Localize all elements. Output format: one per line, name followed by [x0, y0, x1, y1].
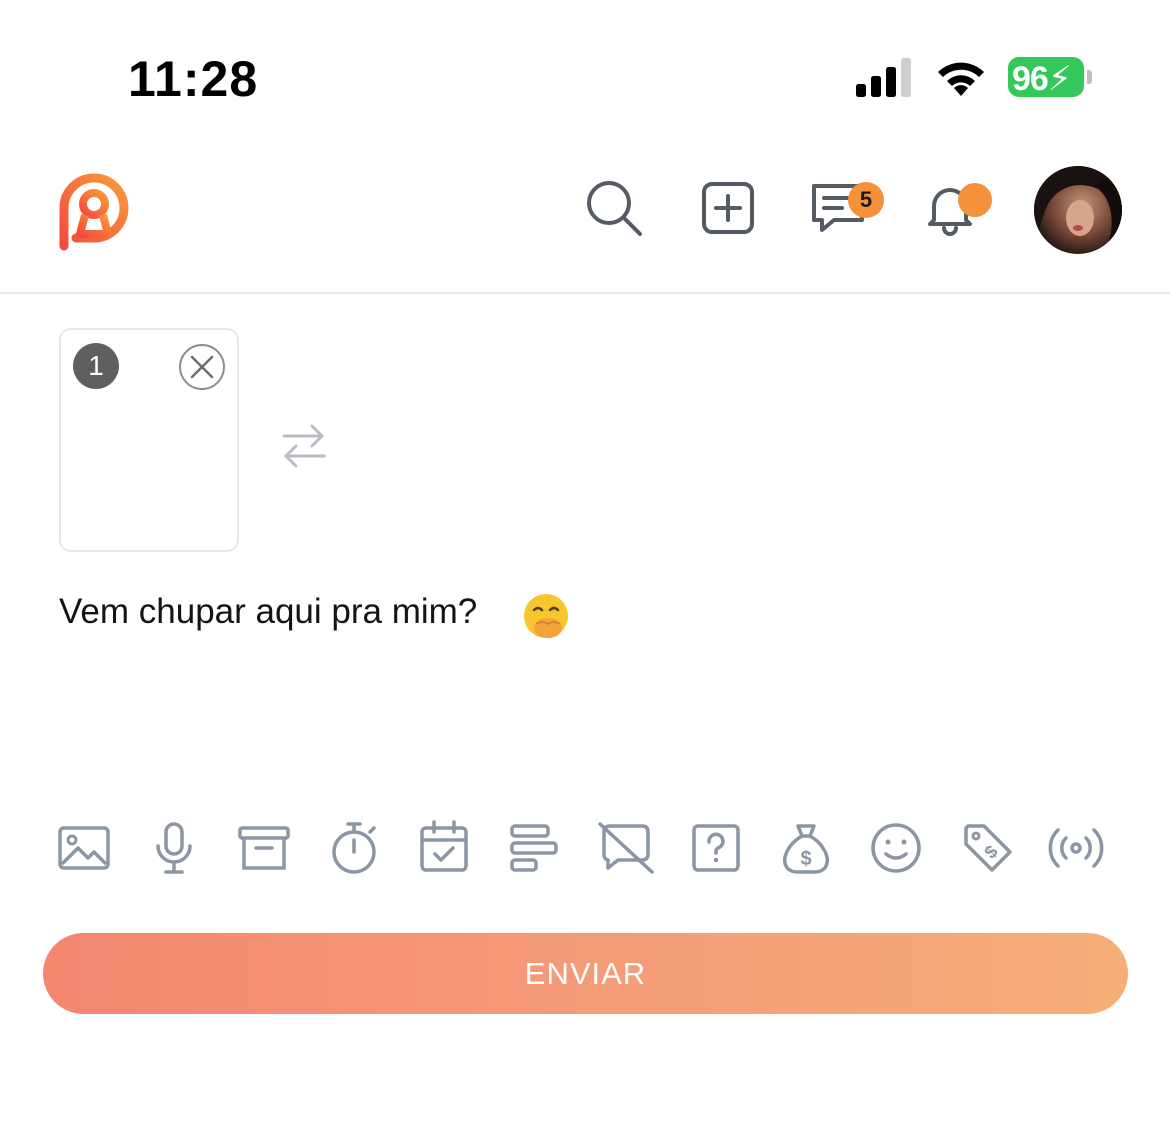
microphone-icon[interactable]: [144, 818, 204, 878]
signal-icon: [856, 58, 911, 97]
money-bag-icon[interactable]: $: [776, 818, 836, 878]
keyhole-logo[interactable]: [54, 168, 134, 254]
status-bar: 11:28 96⚡: [0, 0, 1170, 150]
notification-dot: [958, 183, 992, 217]
messages-count-badge: 5: [848, 182, 884, 218]
send-button[interactable]: ENVIAR: [43, 933, 1128, 1014]
archive-icon[interactable]: [234, 818, 294, 878]
status-time: 11:28: [128, 51, 259, 107]
battery-icon: 96⚡: [1008, 57, 1092, 99]
close-icon[interactable]: [178, 343, 226, 391]
timer-icon[interactable]: [324, 818, 384, 878]
text-align-icon[interactable]: [504, 818, 564, 878]
broadcast-icon[interactable]: [1046, 818, 1106, 878]
post-text[interactable]: Vem chupar aqui pra mim?: [59, 592, 477, 632]
hide-comments-icon[interactable]: [596, 818, 656, 878]
image-icon[interactable]: [54, 818, 114, 878]
battery-level: 96⚡: [1012, 59, 1072, 99]
media-slot[interactable]: 1: [59, 328, 239, 552]
media-index-badge: 1: [73, 343, 119, 389]
face-with-hand-over-mouth-emoji: [524, 594, 568, 638]
calendar-check-icon[interactable]: [414, 818, 474, 878]
composer-toolbar: $ $: [0, 818, 1170, 880]
wifi-icon: [938, 62, 984, 96]
plus-square-icon[interactable]: [698, 178, 758, 238]
search-icon[interactable]: [584, 178, 644, 238]
emoji-icon[interactable]: [866, 818, 926, 878]
avatar[interactable]: [1034, 166, 1122, 254]
battery-cap: [1087, 70, 1092, 84]
swap-arrows-icon[interactable]: [280, 420, 328, 470]
question-icon[interactable]: [686, 818, 746, 878]
price-tag-icon[interactable]: $: [958, 818, 1018, 878]
battery-level-value: 96: [1012, 60, 1049, 98]
svg-text:$: $: [800, 848, 811, 870]
charging-bolt-icon: ⚡: [1047, 60, 1072, 98]
app-header: [0, 150, 1170, 294]
